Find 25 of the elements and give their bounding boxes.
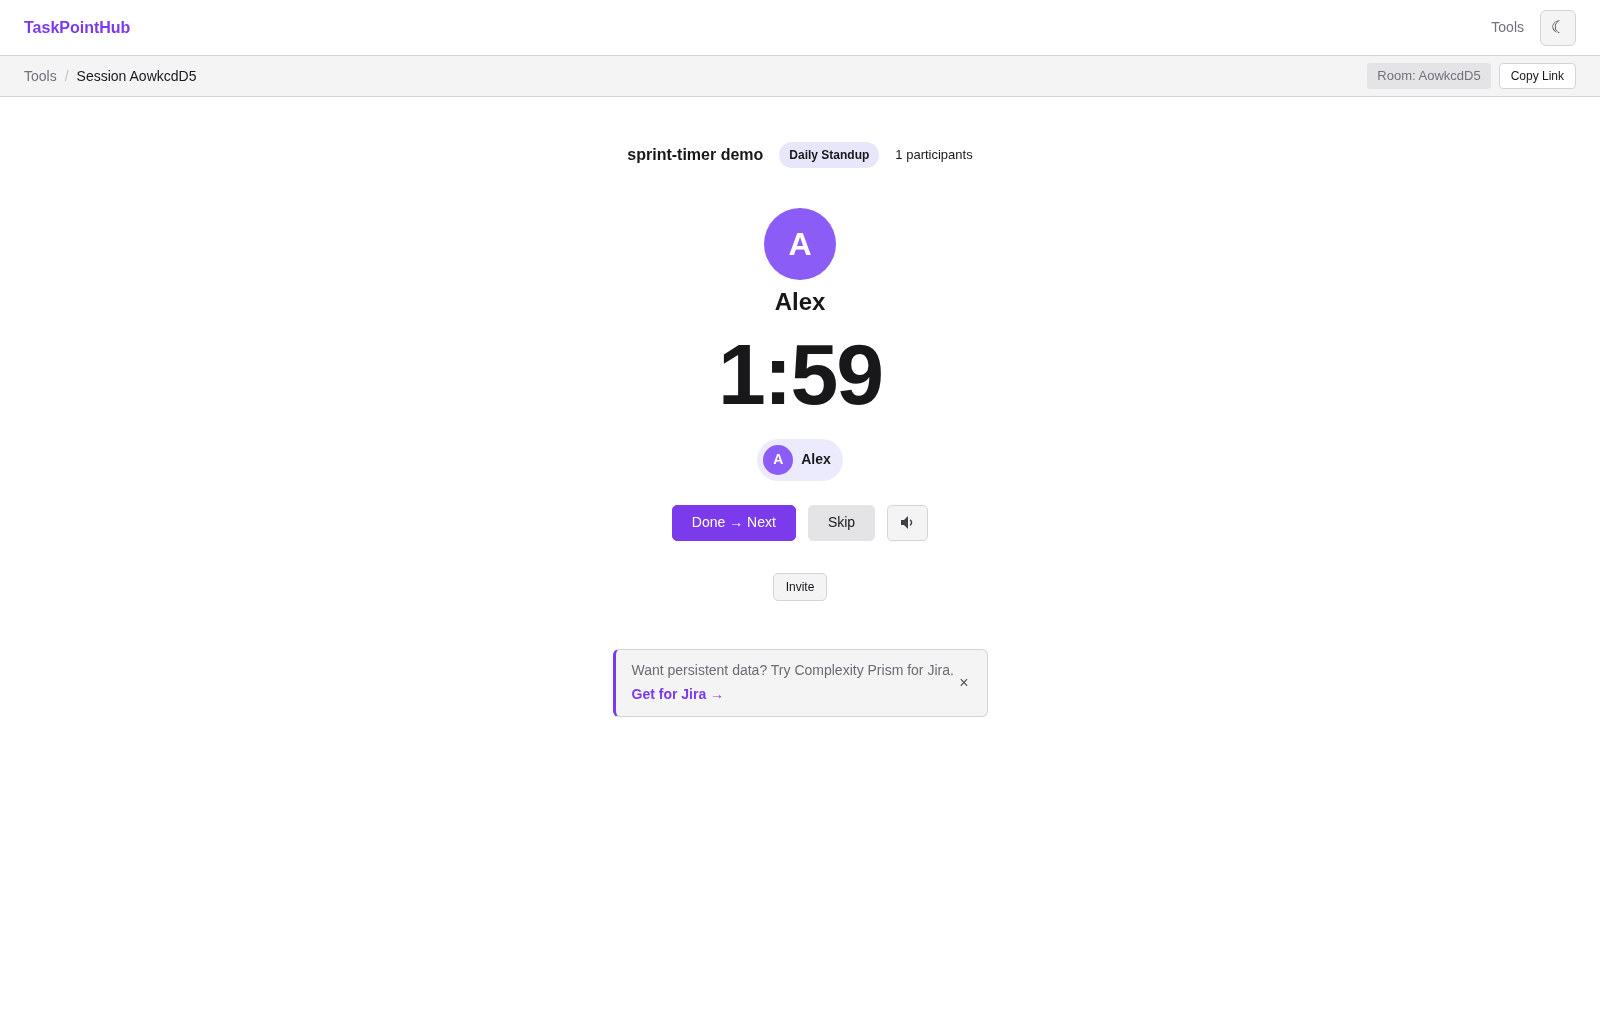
promo-text: Want persistent data? Try Complexity Prism for Jira. xyxy=(631,660,954,680)
speaker-avatar: A xyxy=(764,208,836,280)
participant-chip[interactable]: A Alex xyxy=(757,438,843,481)
session-title: sprint-timer demo xyxy=(627,145,764,165)
brand-logo[interactable]: TaskPointHub xyxy=(24,15,131,40)
nav-link[interactable]: Tools xyxy=(1491,17,1524,38)
speaker-icon xyxy=(900,516,915,530)
participant-avatar: A xyxy=(763,444,794,475)
promo-link[interactable]: Get for Jira → xyxy=(631,683,725,705)
participant-count: 1 participants xyxy=(895,146,973,165)
invite-button[interactable]: Invite xyxy=(772,572,828,601)
participant-name: Alex xyxy=(801,450,831,470)
room-code-badge: Room: AowkcdD5 xyxy=(1367,63,1491,89)
breadcrumb-current: Session AowkcdD5 xyxy=(76,66,197,86)
speaker-name: Alex xyxy=(774,288,826,317)
sound-button[interactable] xyxy=(887,504,929,541)
breadcrumb-separator: / xyxy=(64,66,69,86)
skip-button[interactable]: Skip xyxy=(807,504,876,541)
theme-toggle-button[interactable]: ☾ xyxy=(1540,9,1576,46)
copy-link-button[interactable]: Copy Link xyxy=(1498,63,1576,89)
countdown-timer: 1:59 xyxy=(717,330,883,417)
breadcrumb-link[interactable]: Tools xyxy=(24,65,57,87)
close-button[interactable]: × xyxy=(957,674,971,691)
session-type-badge: Daily Standup xyxy=(779,142,880,168)
done-next-button[interactable]: Done → Next xyxy=(671,504,796,541)
